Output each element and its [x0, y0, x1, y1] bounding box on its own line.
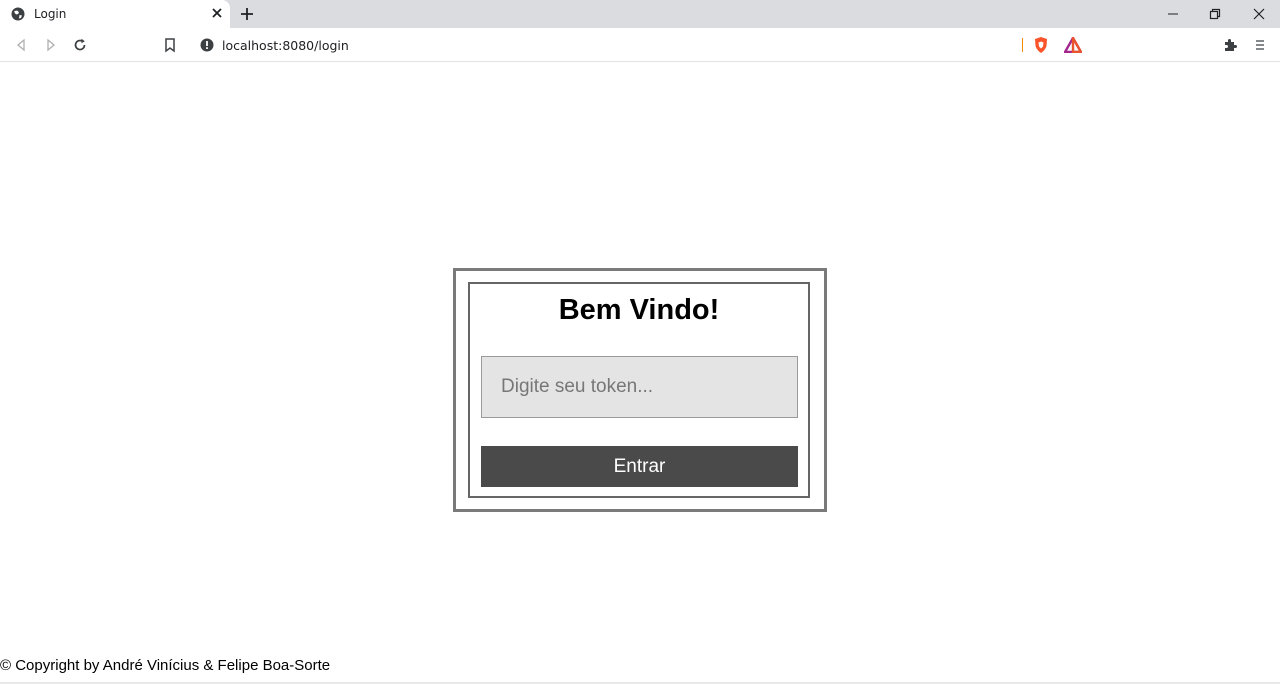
footer-copyright: © Copyright by André Vinícius & Felipe B… — [0, 657, 331, 674]
address-bar[interactable]: localhost:8080/login — [190, 32, 1090, 58]
globe-icon — [11, 7, 25, 21]
token-input[interactable] — [481, 356, 798, 418]
login-form: Bem Vindo! Entrar — [468, 282, 810, 498]
browser-tab-strip: Login — [0, 0, 1280, 28]
forward-icon[interactable] — [43, 37, 59, 53]
browser-tab[interactable]: Login — [0, 0, 230, 28]
login-button[interactable]: Entrar — [481, 446, 798, 487]
info-icon[interactable] — [200, 38, 214, 52]
reload-icon[interactable] — [72, 37, 88, 53]
bookmark-icon[interactable] — [162, 37, 178, 53]
close-icon — [1253, 8, 1265, 20]
minimize-button[interactable] — [1152, 0, 1194, 28]
omnibox-divider — [1022, 38, 1023, 52]
close-tab-icon[interactable] — [210, 6, 224, 20]
brave-shield-icon[interactable] — [1032, 36, 1050, 54]
browser-toolbar: localhost:8080/login — [0, 28, 1280, 62]
back-icon[interactable] — [13, 37, 29, 53]
restore-button[interactable] — [1194, 0, 1236, 28]
extensions-icon[interactable] — [1222, 37, 1238, 53]
url-text: localhost:8080/login — [222, 38, 349, 53]
page-title: Bem Vindo! — [558, 294, 720, 326]
restore-icon — [1209, 8, 1221, 20]
new-tab-icon[interactable] — [239, 6, 255, 22]
minimize-icon — [1168, 13, 1178, 15]
tab-title: Login — [34, 7, 67, 21]
login-card: Bem Vindo! Entrar — [453, 268, 827, 512]
close-window-button[interactable] — [1238, 0, 1280, 28]
brave-rewards-icon[interactable] — [1064, 37, 1082, 53]
menu-icon[interactable] — [1252, 37, 1268, 53]
